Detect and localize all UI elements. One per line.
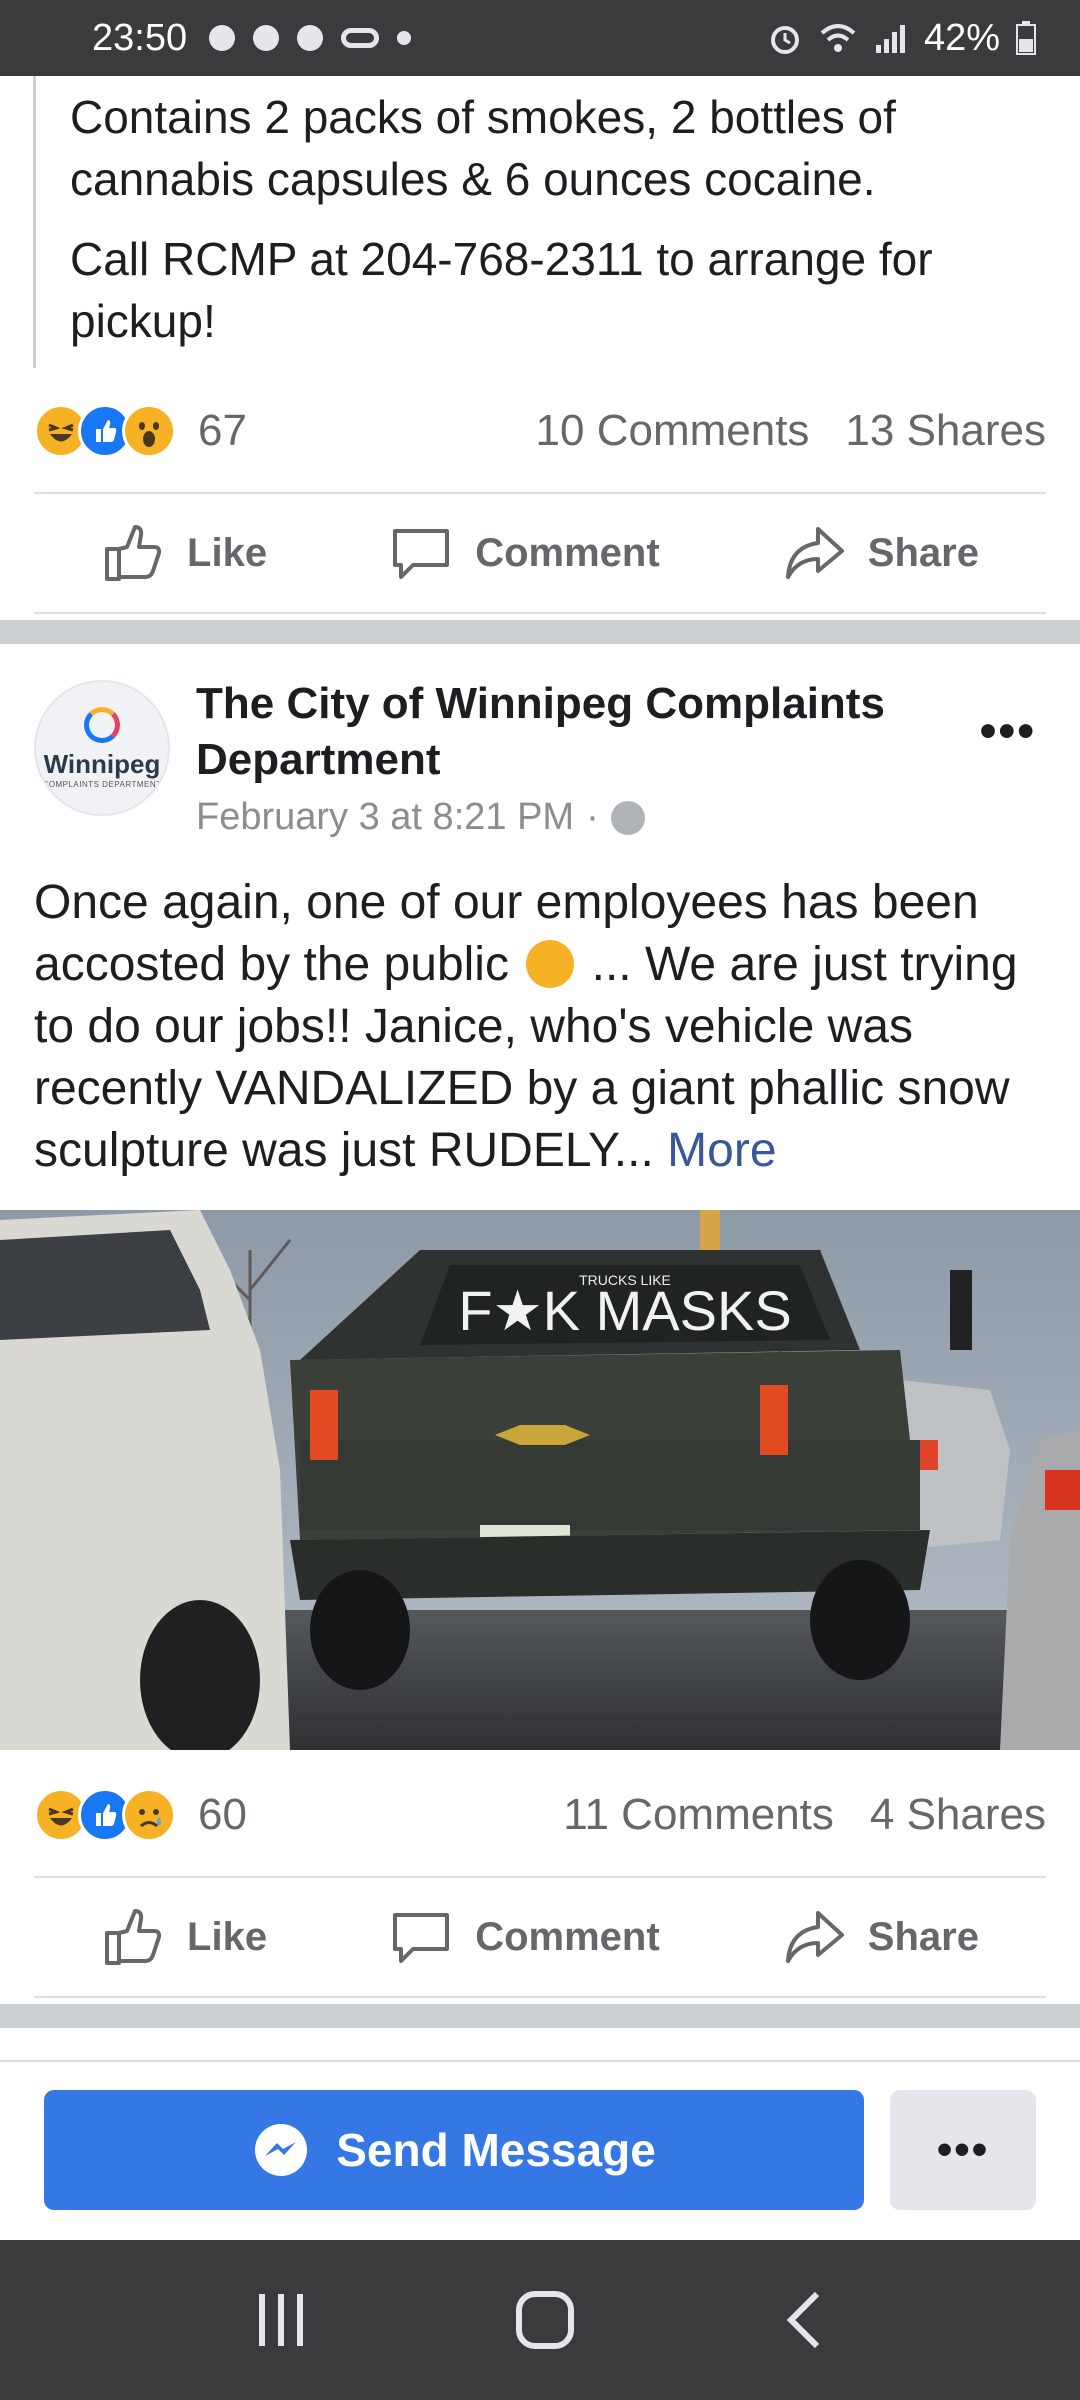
winnipeg-logo-icon: [84, 707, 120, 743]
previous-post-paragraph: Call RCMP at 204-768-2311 to arrange for…: [70, 233, 933, 347]
post-photo[interactable]: F★K MASKS TRUCKS LIKE: [0, 1210, 1080, 1750]
post-header: Winnipeg COMPLAINTS DEPARTMENT The City …: [0, 668, 1080, 868]
feed-separator: [0, 620, 1080, 644]
window-graffiti-text: F★K MASKS: [458, 1279, 791, 1342]
thumbs-up-icon: [105, 525, 162, 581]
notification-icons: [209, 25, 412, 51]
more-options-button[interactable]: •••: [890, 2090, 1036, 2210]
truck-photo: F★K MASKS TRUCKS LIKE: [0, 1210, 1080, 1750]
frowning-face-icon: [526, 940, 575, 988]
shares-count-link[interactable]: 13 Shares: [845, 406, 1046, 456]
share-button[interactable]: Share: [782, 521, 979, 585]
comment-button[interactable]: Comment: [389, 1905, 660, 1969]
thumbs-up-icon: [105, 1909, 162, 1965]
battery-percent: 42%: [923, 16, 1000, 59]
back-icon[interactable]: [779, 2288, 829, 2352]
share-button[interactable]: Share: [782, 1905, 979, 1969]
previous-post-paragraph: Contains 2 packs of smokes, 2 bottles of…: [70, 91, 896, 205]
evernote-icon: [209, 25, 236, 51]
alarm-icon: [770, 26, 799, 54]
comment-button[interactable]: Comment: [389, 521, 660, 585]
post-actions: Like Comment Share: [0, 1878, 1080, 1996]
send-message-button[interactable]: Send Message: [44, 2090, 864, 2210]
battery-icon: [1016, 21, 1036, 55]
evernote-icon: [297, 25, 324, 51]
post-date[interactable]: February 3 at 8:21 PM: [196, 796, 574, 839]
share-label: Share: [867, 1914, 979, 1959]
avatar-subtitle: COMPLAINTS DEPARTMENT: [42, 780, 162, 789]
meta-separator: ·: [586, 796, 599, 838]
status-bar: 23:50 42%: [0, 0, 1080, 76]
comment-label: Comment: [475, 1914, 660, 1959]
previous-post-actions: Like Comment Share: [0, 494, 1080, 612]
divider: [34, 1996, 1046, 1998]
globe-icon: [610, 800, 645, 835]
reaction-count: 60: [198, 1790, 247, 1839]
comment-label: Comment: [475, 530, 660, 575]
like-label: Like: [187, 530, 268, 575]
dot-icon: [397, 31, 412, 45]
share-icon: [785, 527, 844, 579]
status-time: 23:50: [92, 16, 188, 59]
divider: [34, 612, 1046, 614]
reaction-summary[interactable]: 67: [34, 404, 247, 458]
comments-count-link[interactable]: 10 Comments: [536, 406, 810, 456]
avatar-name: Winnipeg: [43, 749, 161, 779]
window-sticker-text: TRUCKS LIKE: [579, 1272, 671, 1288]
previous-post-stats: 67 10 Comments 13 Shares: [0, 386, 1080, 476]
like-label: Like: [187, 1914, 268, 1959]
comments-count-link[interactable]: 11 Comments: [563, 1790, 834, 1840]
sad-icon: [122, 1788, 176, 1842]
reaction-summary[interactable]: 60: [34, 1788, 247, 1842]
page-avatar[interactable]: Winnipeg COMPLAINTS DEPARTMENT: [34, 680, 170, 816]
post-options-button[interactable]: •••: [980, 704, 1036, 759]
previous-post-body: Contains 2 packs of smokes, 2 bottles of…: [0, 76, 1080, 376]
home-icon[interactable]: [513, 2288, 577, 2352]
recent-apps-icon[interactable]: [251, 2290, 311, 2350]
evernote-icon: [253, 25, 280, 51]
voicemail-icon: [341, 28, 380, 48]
messenger-icon: [255, 2124, 308, 2176]
comment-icon: [393, 529, 450, 579]
comment-icon: [393, 1913, 450, 1963]
post-stats: 60 11 Comments 4 Shares: [0, 1770, 1080, 1860]
reaction-count: 67: [198, 406, 247, 455]
previous-post-text: Contains 2 packs of smokes, 2 bottles of…: [70, 86, 1050, 370]
page-action-bar: Send Message •••: [0, 2060, 1080, 2240]
system-nav-bar: [0, 2240, 1080, 2400]
wow-icon: [122, 404, 176, 458]
quote-bar: [33, 76, 36, 368]
share-icon: [785, 1911, 844, 1963]
feed-separator: [0, 2004, 1080, 2028]
like-button[interactable]: Like: [101, 1905, 267, 1969]
send-message-label: Send Message: [336, 2124, 656, 2176]
see-more-link[interactable]: More: [667, 1124, 776, 1177]
post-meta: February 3 at 8:21 PM ·: [196, 796, 645, 839]
post-text: Once again, one of our employees has bee…: [34, 872, 1054, 1182]
shares-count-link[interactable]: 4 Shares: [870, 1790, 1046, 1840]
signal-icon: [875, 25, 905, 53]
page-name-link[interactable]: The City of Winnipeg Complaints Departme…: [196, 676, 936, 788]
share-label: Share: [867, 530, 979, 575]
wifi-icon: [820, 24, 856, 52]
like-button[interactable]: Like: [101, 521, 267, 585]
